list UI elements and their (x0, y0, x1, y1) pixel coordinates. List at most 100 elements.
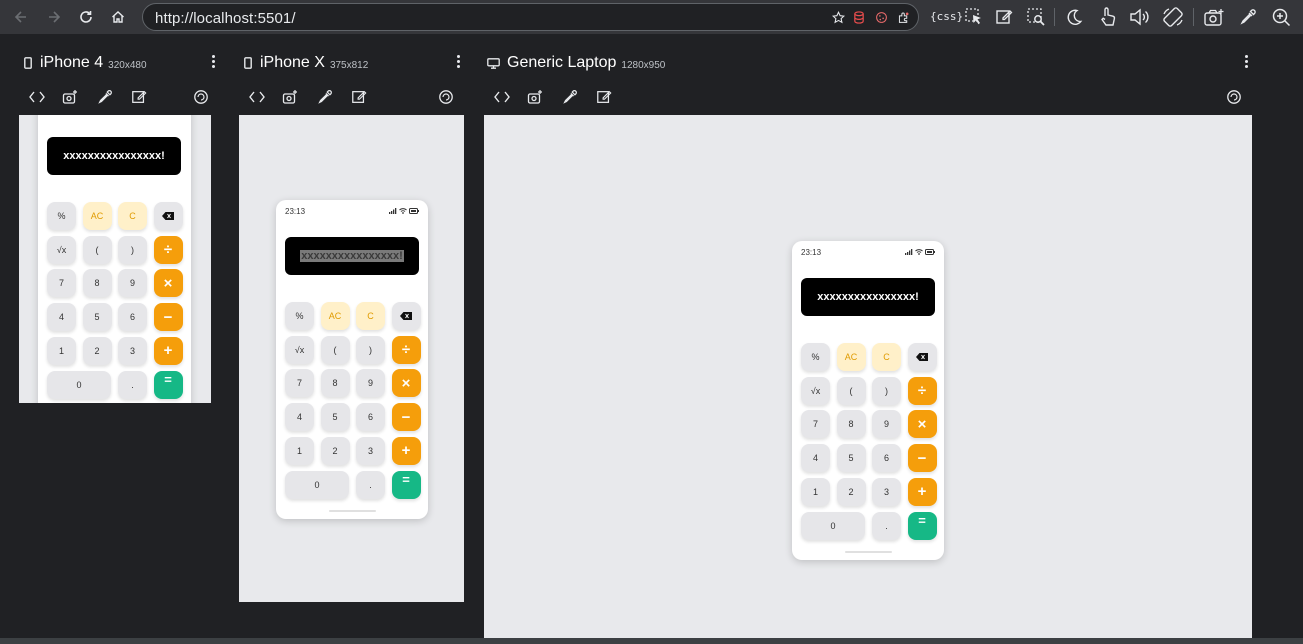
css-extension-label[interactable]: {css} (930, 10, 963, 23)
key-9[interactable]: 9 (872, 410, 901, 439)
cookie-extension-icon[interactable] (873, 9, 889, 25)
key-5[interactable]: 5 (82, 303, 112, 332)
key-3[interactable]: 3 (872, 477, 901, 506)
key-close-paren[interactable]: ) (872, 376, 901, 405)
key-4[interactable]: 4 (285, 403, 314, 432)
rotate-device-icon[interactable] (1161, 5, 1185, 29)
key-8[interactable]: 8 (836, 410, 866, 439)
pane-menu-icon[interactable] (210, 55, 216, 69)
key-0[interactable]: 0 (285, 470, 349, 499)
pane-eyedropper-icon[interactable] (315, 87, 335, 107)
pane-eyedropper-icon[interactable] (560, 87, 580, 107)
key-open-paren[interactable]: ( (836, 376, 866, 405)
key-decimal[interactable]: . (356, 470, 385, 499)
extension-puzzle-icon[interactable] (895, 9, 911, 25)
pane-eyedropper-icon[interactable] (95, 87, 115, 107)
key-7[interactable]: 7 (47, 269, 76, 298)
back-icon[interactable] (9, 5, 33, 29)
key-add[interactable]: + (153, 336, 183, 365)
bookmark-star-icon[interactable] (830, 9, 846, 25)
key-clear[interactable]: C (118, 202, 147, 230)
key-6[interactable]: 6 (872, 444, 901, 473)
eyedropper-icon[interactable] (1236, 5, 1260, 29)
key-backspace-icon[interactable] (907, 343, 937, 371)
area-search-icon[interactable] (1024, 5, 1048, 29)
key-4[interactable]: 4 (801, 444, 830, 473)
reload-icon[interactable] (74, 5, 98, 29)
key-9[interactable]: 9 (118, 269, 147, 298)
pane-screenshot-icon[interactable] (280, 87, 300, 107)
key-divide[interactable]: ÷ (391, 335, 421, 364)
key-divide[interactable]: ÷ (153, 235, 183, 264)
key-add[interactable]: + (907, 477, 937, 506)
key-1[interactable]: 1 (801, 477, 830, 506)
key-divide[interactable]: ÷ (907, 376, 937, 405)
database-extension-icon[interactable] (851, 9, 867, 25)
key-square-root[interactable]: √x (285, 335, 314, 364)
key-6[interactable]: 6 (356, 403, 385, 432)
key-subtract[interactable]: − (907, 444, 937, 473)
zoom-in-icon[interactable] (1269, 5, 1293, 29)
key-7[interactable]: 7 (285, 369, 314, 398)
key-square-root[interactable]: √x (801, 376, 830, 405)
key-decimal[interactable]: . (118, 370, 147, 399)
dark-mode-moon-icon[interactable] (1062, 5, 1086, 29)
key-multiply[interactable]: × (391, 369, 421, 398)
key-multiply[interactable]: × (153, 269, 183, 298)
key-backspace-icon[interactable] (153, 202, 183, 230)
key-2[interactable]: 2 (836, 477, 866, 506)
pane-menu-icon[interactable] (455, 55, 461, 69)
volume-icon[interactable] (1128, 5, 1152, 29)
key-all-clear[interactable]: AC (82, 202, 112, 230)
key-0[interactable]: 0 (801, 511, 865, 540)
pane-rotate-icon[interactable] (436, 87, 456, 107)
pane-edit-icon[interactable] (129, 87, 149, 107)
key-7[interactable]: 7 (801, 410, 830, 439)
pane-menu-icon[interactable] (1243, 55, 1249, 69)
key-1[interactable]: 1 (47, 336, 76, 365)
key-all-clear[interactable]: AC (836, 343, 866, 371)
key-square-root[interactable]: √x (47, 235, 76, 264)
key-subtract[interactable]: − (153, 303, 183, 332)
key-percent[interactable]: % (285, 302, 314, 330)
key-backspace-icon[interactable] (391, 302, 421, 330)
key-clear[interactable]: C (356, 302, 385, 330)
key-open-paren[interactable]: ( (320, 335, 350, 364)
key-9[interactable]: 9 (356, 369, 385, 398)
touch-hand-icon[interactable] (1096, 5, 1120, 29)
key-4[interactable]: 4 (47, 303, 76, 332)
key-percent[interactable]: % (801, 343, 830, 371)
pane-rotate-icon[interactable] (1224, 87, 1244, 107)
key-decimal[interactable]: . (872, 511, 901, 540)
key-equals[interactable]: = (391, 470, 421, 499)
key-8[interactable]: 8 (320, 369, 350, 398)
pane-edit-icon[interactable] (594, 87, 614, 107)
pane-rotate-icon[interactable] (191, 87, 211, 107)
screenshot-camera-icon[interactable] (1202, 5, 1226, 29)
key-5[interactable]: 5 (836, 444, 866, 473)
key-add[interactable]: + (391, 436, 421, 465)
key-multiply[interactable]: × (907, 410, 937, 439)
key-2[interactable]: 2 (82, 336, 112, 365)
key-1[interactable]: 1 (285, 436, 314, 465)
edit-page-icon[interactable] (992, 5, 1016, 29)
key-3[interactable]: 3 (118, 336, 147, 365)
key-close-paren[interactable]: ) (356, 335, 385, 364)
key-percent[interactable]: % (47, 202, 76, 230)
home-icon[interactable] (106, 5, 130, 29)
key-clear[interactable]: C (872, 343, 901, 371)
pane-screenshot-icon[interactable] (60, 87, 80, 107)
address-bar[interactable]: http://localhost:5501/ (142, 3, 919, 31)
code-brackets-icon[interactable] (27, 87, 47, 107)
key-subtract[interactable]: − (391, 403, 421, 432)
key-6[interactable]: 6 (118, 303, 147, 332)
key-5[interactable]: 5 (320, 403, 350, 432)
code-brackets-icon[interactable] (492, 87, 512, 107)
key-equals[interactable]: = (153, 370, 183, 399)
key-all-clear[interactable]: AC (320, 302, 350, 330)
pane-edit-icon[interactable] (349, 87, 369, 107)
key-8[interactable]: 8 (82, 269, 112, 298)
key-open-paren[interactable]: ( (82, 235, 112, 264)
code-brackets-icon[interactable] (247, 87, 267, 107)
key-2[interactable]: 2 (320, 436, 350, 465)
